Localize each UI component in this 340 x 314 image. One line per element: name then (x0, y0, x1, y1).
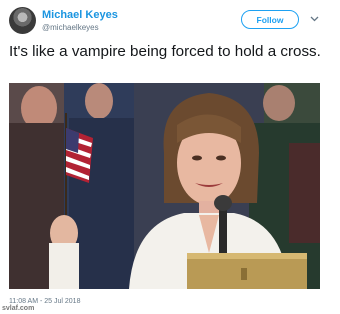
tweet-timestamp[interactable]: 11:08 AM - 25 Jul 2018 (9, 298, 80, 305)
chevron-down-icon[interactable] (309, 13, 320, 24)
tweet-card: Michael Keyes @michaelkeyes Follow It's … (0, 0, 340, 314)
avatar[interactable] (9, 7, 36, 34)
tweet-photo[interactable] (9, 83, 320, 289)
watermark: svlaf.com (2, 305, 35, 312)
user-handle[interactable]: @michaelkeyes (42, 23, 99, 32)
follow-button[interactable]: Follow (241, 10, 299, 29)
display-name[interactable]: Michael Keyes (42, 9, 118, 21)
tweet-text: It's like a vampire being forced to hold… (9, 43, 321, 60)
